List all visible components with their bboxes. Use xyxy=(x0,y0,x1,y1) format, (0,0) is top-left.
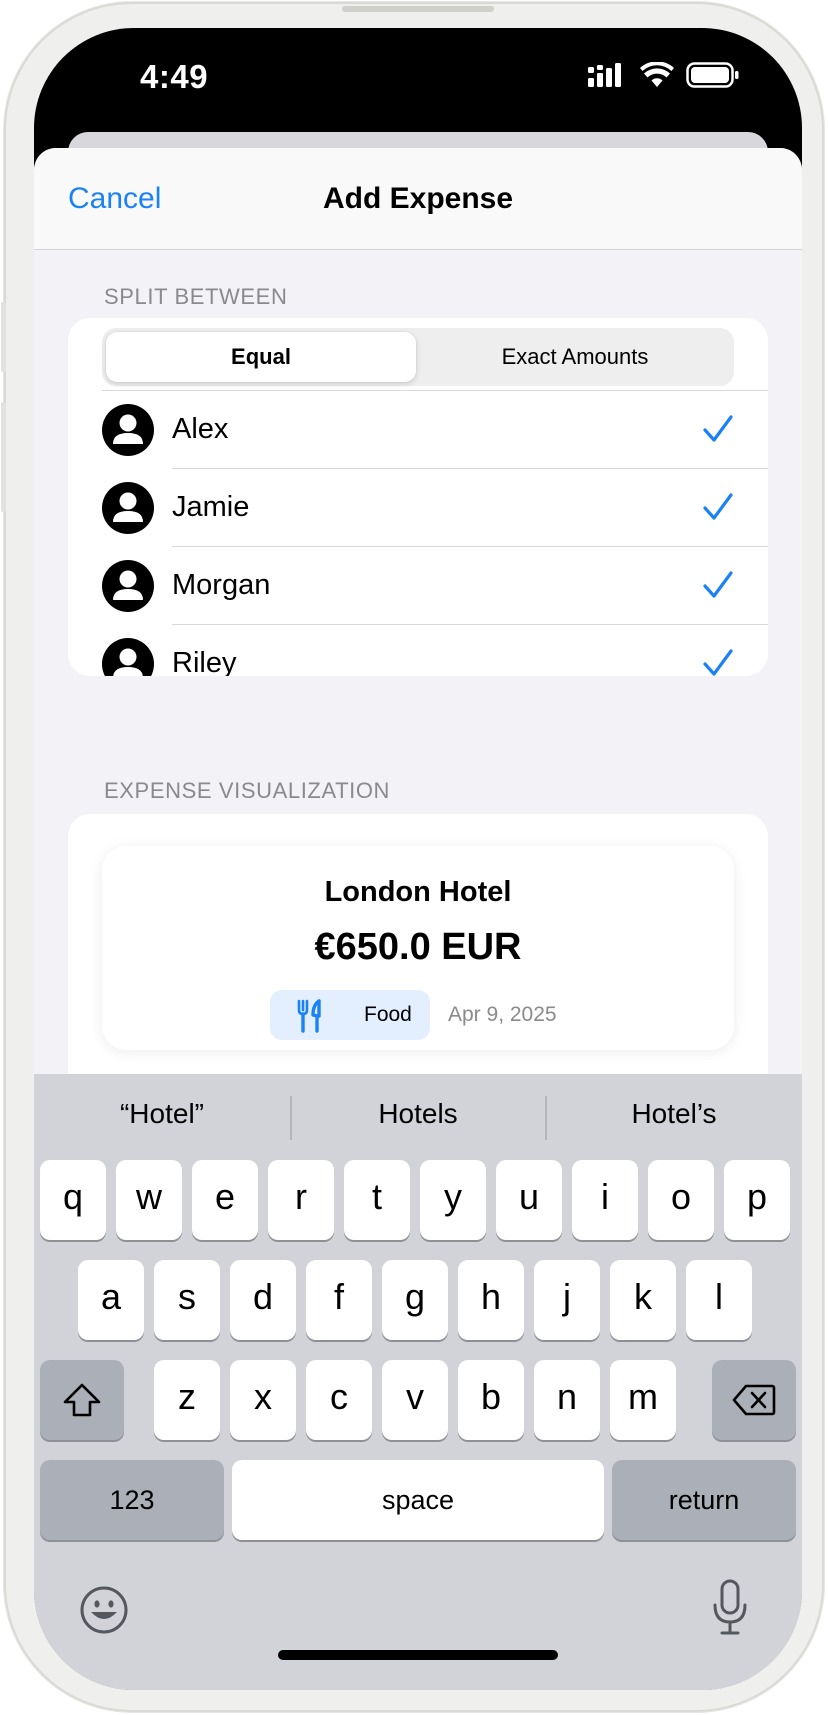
return-key[interactable]: return xyxy=(612,1460,796,1540)
navigation-bar: Cancel Add Expense xyxy=(34,148,802,250)
key-g[interactable]: g xyxy=(382,1260,448,1340)
key-l[interactable]: l xyxy=(686,1260,752,1340)
person-name: Riley xyxy=(172,647,237,676)
battery-icon xyxy=(686,62,739,88)
category-label: Food xyxy=(364,1003,412,1026)
key-t[interactable]: t xyxy=(344,1160,410,1240)
person-avatar-icon xyxy=(102,404,154,456)
delete-key[interactable] xyxy=(712,1360,796,1440)
space-key[interactable]: space xyxy=(232,1460,604,1540)
key-j[interactable]: j xyxy=(534,1260,600,1340)
key-h[interactable]: h xyxy=(458,1260,524,1340)
suggestion-3[interactable]: Hotel’s xyxy=(546,1098,802,1130)
key-a[interactable]: a xyxy=(78,1260,144,1340)
key-w[interactable]: w xyxy=(116,1160,182,1240)
split-mode-segmented-control: Equal Exact Amounts xyxy=(102,328,734,386)
split-between-header: SPLIT BETWEEN xyxy=(104,284,288,309)
person-row-riley[interactable]: Riley xyxy=(68,625,768,676)
key-v[interactable]: v xyxy=(382,1360,448,1440)
fork-knife-icon xyxy=(297,999,321,1033)
person-row-jamie[interactable]: Jamie xyxy=(68,469,768,547)
suggestion-2[interactable]: Hotels xyxy=(290,1098,546,1130)
delete-backspace-icon xyxy=(732,1384,776,1416)
emoji-icon[interactable] xyxy=(78,1584,130,1636)
suggestion-1[interactable]: “Hotel” xyxy=(34,1098,290,1130)
key-p[interactable]: p xyxy=(724,1160,790,1240)
wifi-icon xyxy=(640,62,674,87)
person-name: Morgan xyxy=(172,569,271,601)
expense-amount: €650.0 EUR xyxy=(314,926,522,968)
person-name: Jamie xyxy=(172,491,250,523)
key-d[interactable]: d xyxy=(230,1260,296,1340)
category-badge: Food xyxy=(270,990,430,1040)
key-m[interactable]: m xyxy=(610,1360,676,1440)
screen: 4:49 Cancel Add Expense SPLIT BETWEEN Eq… xyxy=(34,28,802,1690)
device-speaker xyxy=(342,6,494,12)
key-q[interactable]: q xyxy=(40,1160,106,1240)
person-row-alex[interactable]: Alex xyxy=(68,391,768,469)
home-indicator xyxy=(278,1650,558,1660)
key-f[interactable]: f xyxy=(306,1260,372,1340)
expense-card: London Hotel €650.0 EUR Food Apr 9, 2025 xyxy=(102,846,734,1050)
split-between-group: Equal Exact Amounts Alex Jamie Morgan Ri… xyxy=(68,318,768,676)
person-avatar-icon xyxy=(102,638,154,676)
page-title: Add Expense xyxy=(322,182,514,215)
expense-title: London Hotel xyxy=(324,876,512,908)
split-mode-exact-amounts[interactable]: Exact Amounts xyxy=(420,332,730,382)
person-name: Alex xyxy=(172,413,229,445)
person-avatar-icon xyxy=(102,560,154,612)
status-icons xyxy=(588,62,740,88)
key-b[interactable]: b xyxy=(458,1360,524,1440)
shift-key[interactable] xyxy=(40,1360,124,1440)
key-c[interactable]: c xyxy=(306,1360,372,1440)
numbers-key[interactable]: 123 xyxy=(40,1460,224,1540)
key-e[interactable]: e xyxy=(192,1160,258,1240)
person-avatar-icon xyxy=(102,482,154,534)
status-time: 4:49 xyxy=(140,58,209,95)
shift-icon xyxy=(63,1383,101,1417)
key-k[interactable]: k xyxy=(610,1260,676,1340)
key-n[interactable]: n xyxy=(534,1360,600,1440)
keyboard: “Hotel” Hotels Hotel’s q w e r t y u i o… xyxy=(34,1074,802,1690)
key-y[interactable]: y xyxy=(420,1160,486,1240)
predictive-suggestions-bar: “Hotel” Hotels Hotel’s xyxy=(34,1074,802,1160)
key-u[interactable]: u xyxy=(496,1160,562,1240)
key-i[interactable]: i xyxy=(572,1160,638,1240)
expense-date: Apr 9, 2025 xyxy=(448,1003,557,1026)
person-row-morgan[interactable]: Morgan xyxy=(68,547,768,625)
split-mode-equal[interactable]: Equal xyxy=(106,332,416,382)
cellular-signal-icon xyxy=(588,63,621,87)
device-side-button xyxy=(1,302,6,372)
microphone-icon[interactable] xyxy=(710,1578,750,1638)
status-bar: 4:49 xyxy=(34,28,802,148)
checkmark-icon xyxy=(703,415,733,442)
key-x[interactable]: x xyxy=(230,1360,296,1440)
key-s[interactable]: s xyxy=(154,1260,220,1340)
key-r[interactable]: r xyxy=(268,1160,334,1240)
checkmark-icon xyxy=(703,493,733,520)
key-z[interactable]: z xyxy=(154,1360,220,1440)
device-volume-button xyxy=(1,402,6,512)
device-frame: 4:49 Cancel Add Expense SPLIT BETWEEN Eq… xyxy=(1,2,824,1712)
checkmark-icon xyxy=(703,571,733,598)
key-o[interactable]: o xyxy=(648,1160,714,1240)
expense-visualization-header: EXPENSE VISUALIZATION xyxy=(104,778,391,803)
checkmark-icon xyxy=(703,649,733,676)
